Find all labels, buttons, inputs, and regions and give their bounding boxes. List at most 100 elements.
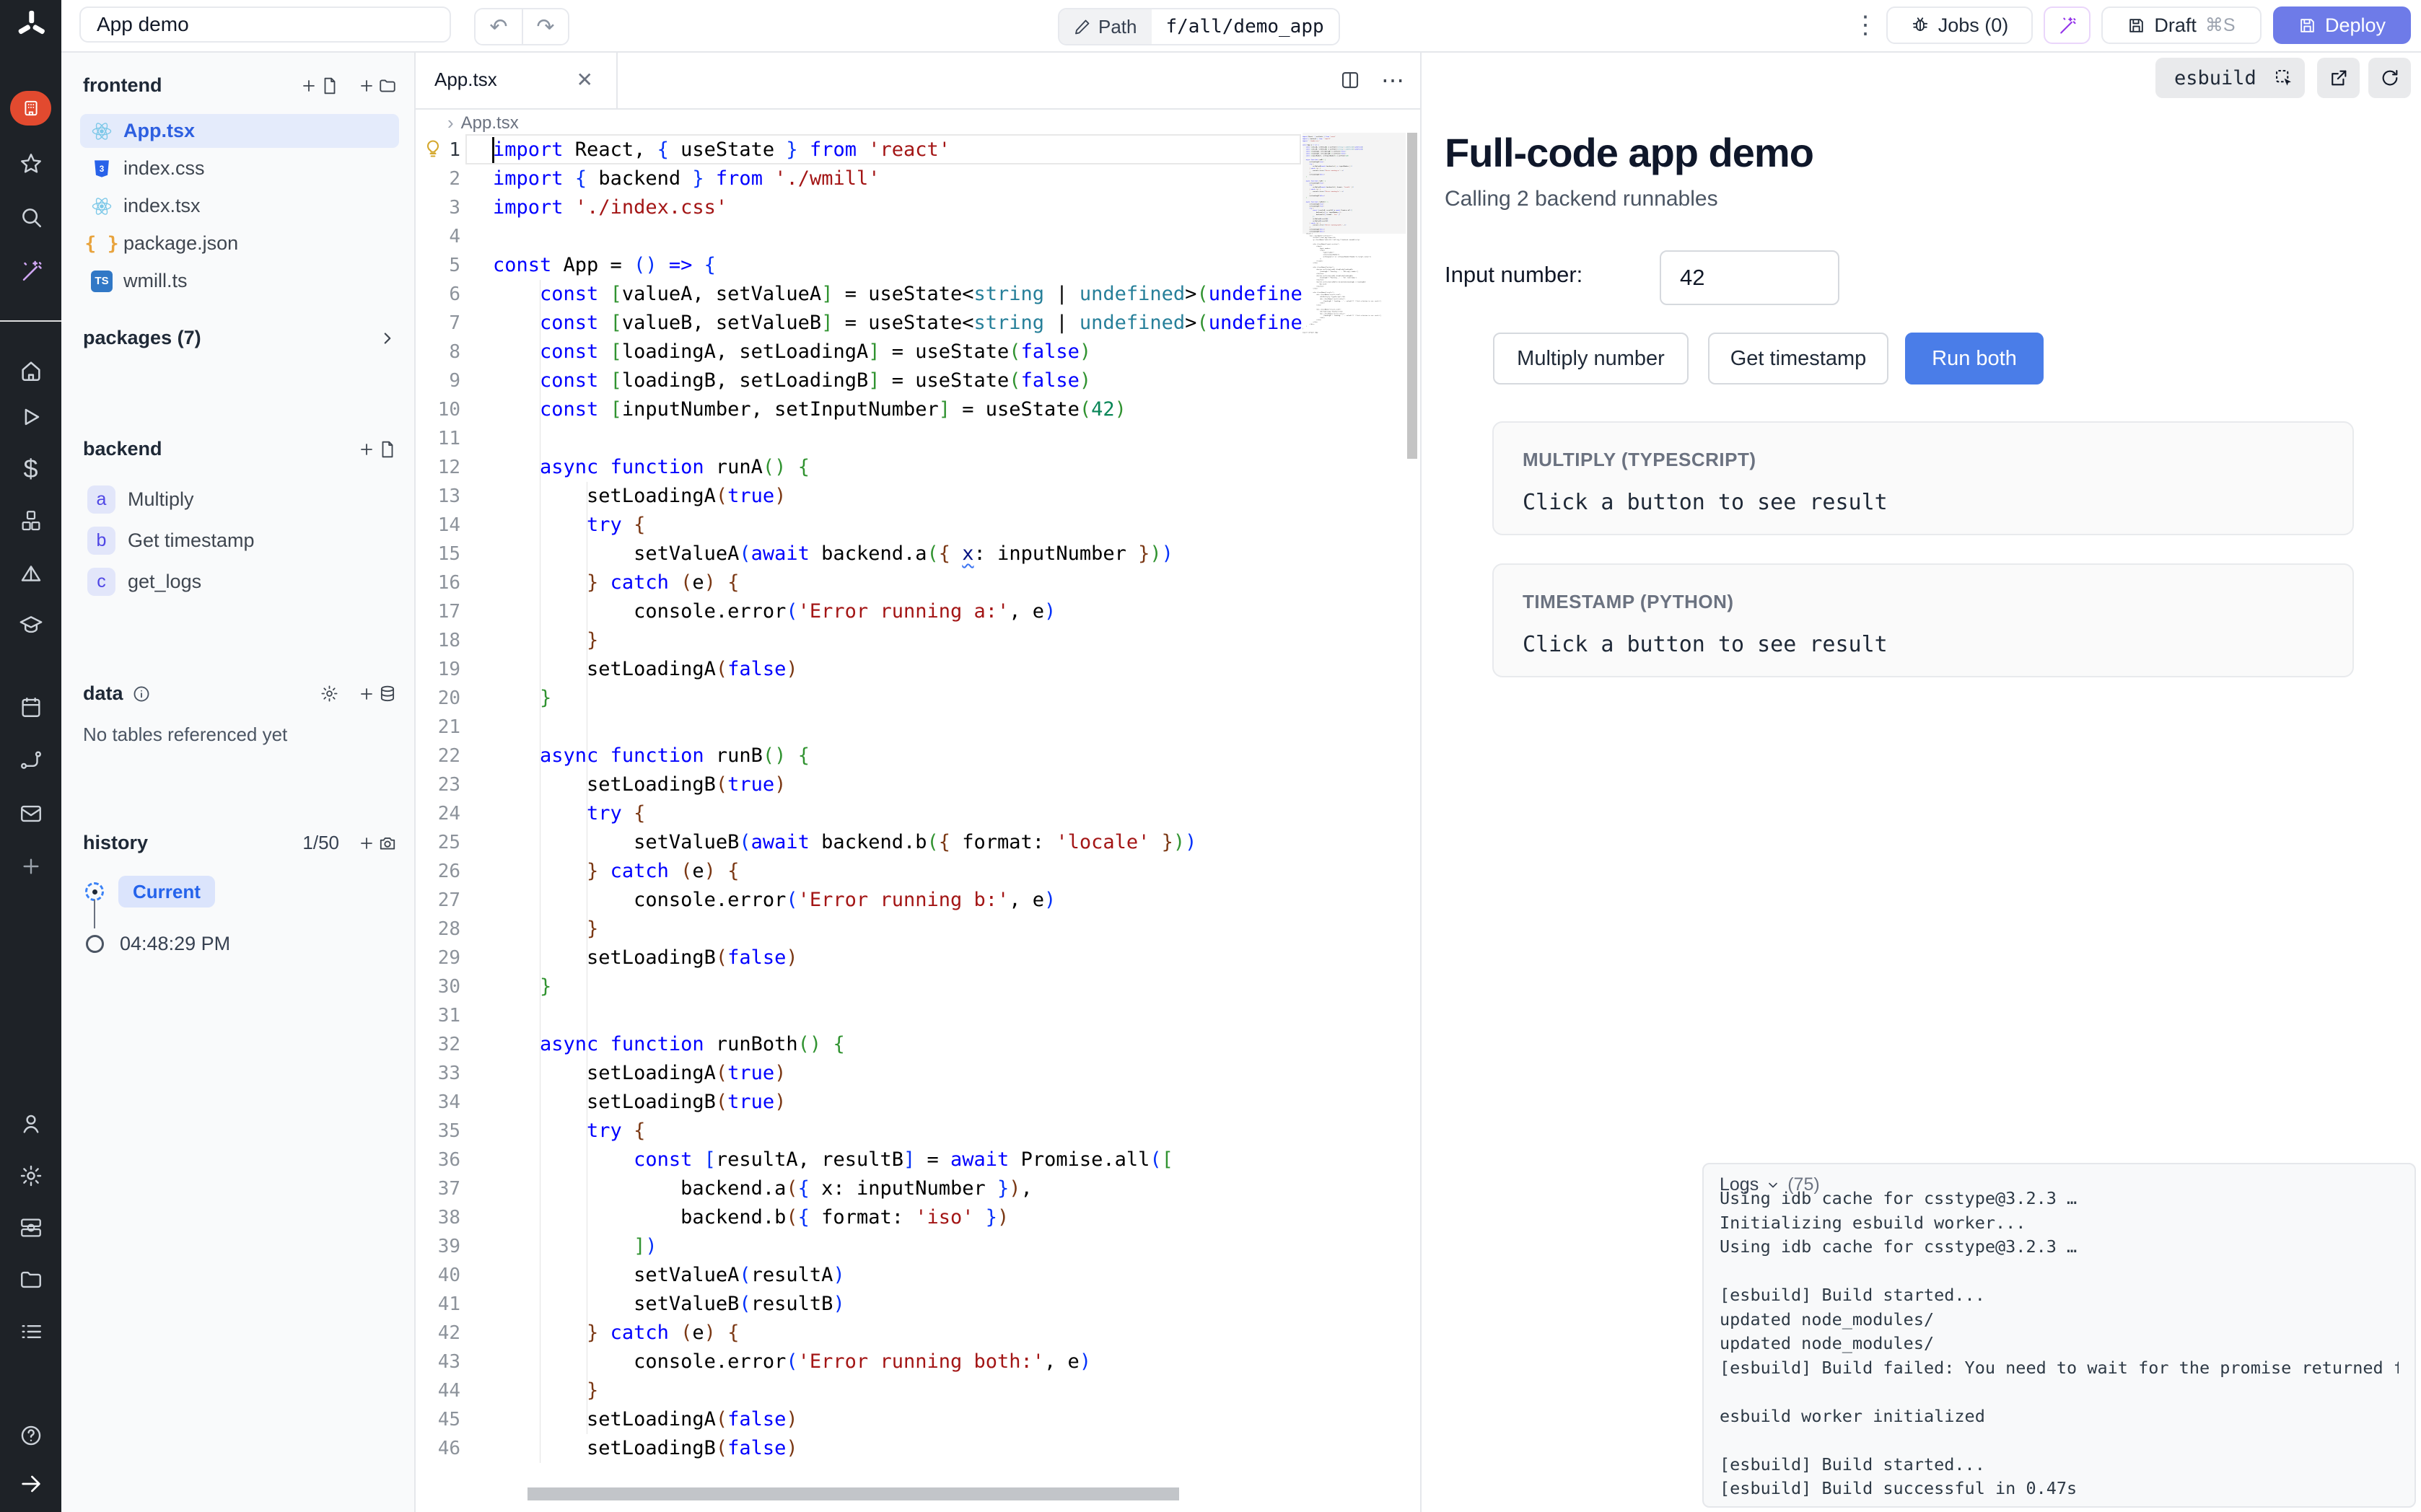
home-icon[interactable] bbox=[0, 359, 61, 383]
learn-graduation-icon[interactable] bbox=[0, 612, 61, 637]
history-item-snapshot[interactable]: 04:48:29 PM bbox=[86, 933, 230, 955]
code-line[interactable]: const [loadingA, setLoadingA] = useState… bbox=[493, 338, 1303, 366]
split-editor-icon[interactable] bbox=[1339, 69, 1361, 91]
esbuild-badge[interactable]: esbuild bbox=[2155, 58, 2275, 98]
add-file-button[interactable] bbox=[300, 76, 339, 95]
code-line[interactable]: const [loadingB, setLoadingB] = useState… bbox=[493, 366, 1303, 395]
breadcrumb[interactable]: › App.tsx bbox=[447, 112, 519, 134]
mail-icon[interactable] bbox=[0, 801, 61, 826]
code-line[interactable]: console.error('Error running a:', e) bbox=[493, 597, 1303, 626]
runnable-item-get-logs[interactable]: c get_logs bbox=[87, 565, 201, 598]
windmill-logo-icon[interactable] bbox=[0, 9, 61, 42]
routes-icon[interactable] bbox=[0, 748, 61, 773]
vertical-scrollbar[interactable] bbox=[1407, 133, 1417, 459]
code-line[interactable]: import { backend } from './wmill' bbox=[493, 164, 1303, 193]
code-line[interactable]: setLoadingA(false) bbox=[493, 1405, 1303, 1434]
code-line[interactable]: } catch (e) { bbox=[493, 857, 1303, 886]
close-tab-icon[interactable]: ✕ bbox=[572, 67, 597, 92]
code-area[interactable]: 1234567891011121314151617181920212223242… bbox=[416, 133, 1420, 1512]
add-database-button[interactable] bbox=[358, 685, 397, 703]
code-line[interactable]: } bbox=[493, 972, 1303, 1001]
more-menu-icon[interactable]: ⋮ bbox=[1849, 9, 1881, 42]
data-settings-gear-icon[interactable] bbox=[320, 684, 339, 703]
tab-app-tsx[interactable]: App.tsx ✕ bbox=[416, 51, 618, 108]
variables-dollar-icon[interactable]: $ bbox=[0, 454, 61, 484]
code-line[interactable]: setLoadingB(true) bbox=[493, 770, 1303, 799]
logs-panel[interactable]: Logs (75) Using idb cache for csstype@3.… bbox=[1702, 1163, 2416, 1508]
file-item-app-tsx[interactable]: App.tsx bbox=[80, 114, 399, 148]
get-timestamp-button[interactable]: Get timestamp bbox=[1708, 333, 1888, 384]
add-plus-icon[interactable] bbox=[0, 855, 61, 878]
code-line[interactable]: import './index.css' bbox=[493, 193, 1303, 222]
code-line[interactable]: try { bbox=[493, 511, 1303, 540]
multiply-number-button[interactable]: Multiply number bbox=[1493, 333, 1689, 384]
path-pill[interactable]: Path f/all/demo_app bbox=[1058, 8, 1340, 45]
code-line[interactable]: } bbox=[493, 915, 1303, 944]
code-line[interactable]: backend.b({ format: 'iso' }) bbox=[493, 1203, 1303, 1232]
refresh-icon[interactable] bbox=[2368, 58, 2411, 98]
code-line[interactable]: import React, { useState } from 'react' bbox=[493, 136, 1303, 164]
code-line[interactable]: setLoadingB(false) bbox=[493, 944, 1303, 972]
code-line[interactable]: setLoadingA(false) bbox=[493, 655, 1303, 684]
code-line[interactable]: console.error('Error running b:', e) bbox=[493, 886, 1303, 915]
minimap[interactable]: import React, { useState } from 'react'i… bbox=[1303, 136, 1406, 655]
code-line[interactable]: } bbox=[493, 1376, 1303, 1405]
code-line[interactable]: setValueB(resultB) bbox=[493, 1290, 1303, 1319]
history-item-current[interactable]: Current bbox=[85, 876, 215, 907]
code-line[interactable]: setValueB(await backend.b({ format: 'loc… bbox=[493, 828, 1303, 857]
code-line[interactable]: const App = () => { bbox=[493, 251, 1303, 280]
favorites-star-icon[interactable] bbox=[0, 151, 61, 176]
file-item-wmill-ts[interactable]: TS wmill.ts bbox=[80, 264, 399, 298]
code-line[interactable]: try { bbox=[493, 799, 1303, 828]
code-line[interactable]: async function runA() { bbox=[493, 453, 1303, 482]
snapshot-camera-button[interactable] bbox=[358, 834, 397, 853]
settings-gear-icon[interactable] bbox=[0, 1164, 61, 1188]
code-line[interactable]: async function runBoth() { bbox=[493, 1030, 1303, 1059]
triggers-prism-icon[interactable] bbox=[0, 562, 61, 586]
resources-cubes-icon[interactable] bbox=[0, 509, 61, 533]
code-line[interactable]: const [valueB, setValueB] = useState<str… bbox=[493, 309, 1303, 338]
app-name-input[interactable] bbox=[79, 6, 451, 43]
redo-button[interactable]: ↷ bbox=[522, 9, 568, 44]
code-line[interactable]: try { bbox=[493, 1117, 1303, 1146]
code-line[interactable]: const [resultA, resultB] = await Promise… bbox=[493, 1146, 1303, 1174]
jobs-button[interactable]: Jobs (0) bbox=[1886, 6, 2033, 44]
code-line[interactable]: } catch (e) { bbox=[493, 568, 1303, 597]
add-runnable-button[interactable] bbox=[358, 440, 397, 459]
code-line[interactable] bbox=[493, 222, 1303, 251]
code-line[interactable] bbox=[493, 1001, 1303, 1030]
code-line[interactable]: ]) bbox=[493, 1232, 1303, 1261]
search-icon[interactable] bbox=[0, 205, 61, 229]
ai-wand-icon[interactable] bbox=[0, 258, 61, 283]
help-icon[interactable] bbox=[0, 1423, 61, 1448]
audit-list-icon[interactable] bbox=[0, 1319, 61, 1344]
code-line[interactable]: const [inputNumber, setInputNumber] = us… bbox=[493, 395, 1303, 424]
code-line[interactable]: const [valueA, setValueA] = useState<str… bbox=[493, 280, 1303, 309]
schedules-calendar-icon[interactable] bbox=[0, 695, 61, 719]
run-both-button[interactable]: Run both bbox=[1905, 333, 2044, 384]
code-line[interactable]: setLoadingA(true) bbox=[493, 482, 1303, 511]
deploy-button[interactable]: Deploy bbox=[2273, 6, 2411, 44]
code-line[interactable] bbox=[493, 713, 1303, 742]
open-external-icon[interactable] bbox=[2317, 58, 2360, 98]
code-line[interactable]: setLoadingB(false) bbox=[493, 1434, 1303, 1463]
code-line[interactable]: } bbox=[493, 684, 1303, 713]
runs-play-icon[interactable] bbox=[0, 405, 61, 429]
workers-icon[interactable] bbox=[0, 1216, 61, 1240]
expand-arrow-icon[interactable] bbox=[0, 1472, 61, 1496]
info-icon[interactable] bbox=[132, 685, 151, 703]
file-item-package-json[interactable]: { } package.json bbox=[80, 227, 399, 260]
file-item-index-css[interactable]: 3 index.css bbox=[80, 151, 399, 185]
runnable-item-multiply[interactable]: a Multiply bbox=[87, 483, 194, 516]
code-line[interactable]: setValueA(await backend.a({ x: inputNumb… bbox=[493, 540, 1303, 568]
undo-button[interactable]: ↶ bbox=[476, 9, 522, 44]
file-item-index-tsx[interactable]: index.tsx bbox=[80, 189, 399, 223]
workspace-apps-icon[interactable] bbox=[10, 91, 51, 126]
draft-button[interactable]: Draft ⌘S bbox=[2101, 6, 2262, 44]
input-number-field[interactable] bbox=[1660, 250, 1839, 305]
code-line[interactable]: async function runB() { bbox=[493, 742, 1303, 770]
add-folder-button[interactable] bbox=[358, 76, 397, 95]
runnable-item-get-timestamp[interactable]: b Get timestamp bbox=[87, 524, 255, 557]
code-line[interactable]: console.error('Error running both:', e) bbox=[493, 1348, 1303, 1376]
horizontal-scrollbar[interactable] bbox=[527, 1487, 1179, 1500]
